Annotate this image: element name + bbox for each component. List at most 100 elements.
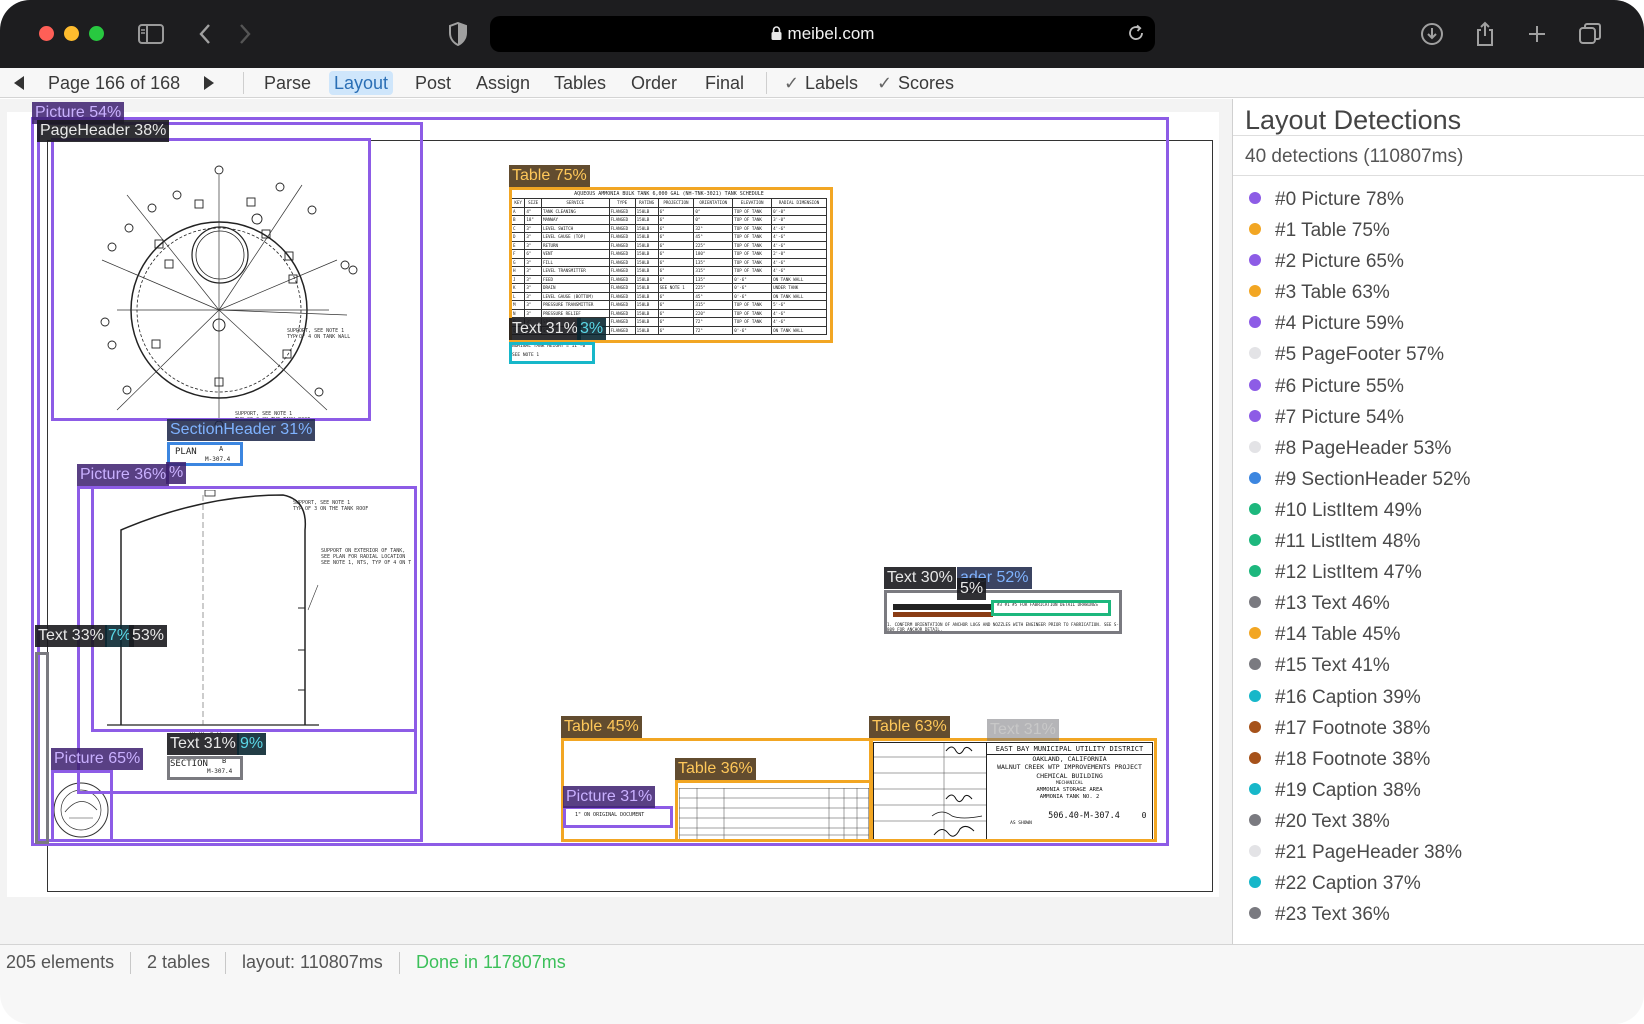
detection-box[interactable] xyxy=(35,652,49,844)
share-icon[interactable] xyxy=(1470,19,1500,49)
detection-item-label: #7 Picture 54% xyxy=(1275,406,1404,428)
detection-list-item[interactable]: #0 Picture 78% xyxy=(1233,184,1644,215)
layout-time: layout: 110807ms xyxy=(242,952,383,972)
tab-assign[interactable]: Assign xyxy=(472,71,534,95)
detection-label: Table 75% xyxy=(509,165,590,187)
tab-final[interactable]: Final xyxy=(701,71,748,95)
detection-item-label: #8 PageHeader 53% xyxy=(1275,437,1452,459)
detection-list-item[interactable]: #3 Table 63% xyxy=(1233,277,1644,308)
detection-box[interactable] xyxy=(167,756,243,780)
category-color-dot-icon xyxy=(1249,378,1261,391)
back-icon[interactable] xyxy=(190,19,220,49)
detection-item-label: #21 PageHeader 38% xyxy=(1275,841,1462,863)
detection-list-item[interactable]: #6 Picture 55% xyxy=(1233,371,1644,402)
detection-item-label: #20 Text 38% xyxy=(1275,810,1390,832)
tab-overview-icon[interactable] xyxy=(1575,19,1605,49)
detection-list-item[interactable]: #18 Footnote 38% xyxy=(1233,744,1644,775)
forward-icon[interactable] xyxy=(230,19,260,49)
detection-label: SectionHeader 31% xyxy=(167,419,316,441)
detection-item-label: #16 Caption 39% xyxy=(1275,686,1421,708)
done-status: Done in 117807ms xyxy=(416,952,566,972)
detection-list-item[interactable]: #7 Picture 54% xyxy=(1233,402,1644,433)
detection-list-item[interactable]: #23 Text 36% xyxy=(1233,899,1644,930)
detection-label: Text 31% xyxy=(987,719,1059,741)
detection-list-item[interactable]: #1 Table 75% xyxy=(1233,215,1644,246)
zoom-window-button[interactable] xyxy=(89,26,104,41)
detection-list-item[interactable]: #10 ListItem 49% xyxy=(1233,495,1644,526)
detection-item-label: #2 Picture 65% xyxy=(1275,251,1404,273)
minimize-window-button[interactable] xyxy=(64,26,79,41)
detection-box[interactable] xyxy=(51,770,113,842)
category-color-dot-icon xyxy=(1249,844,1261,857)
detection-list-item[interactable]: #20 Text 38% xyxy=(1233,806,1644,837)
prev-page-button[interactable] xyxy=(12,71,32,95)
detection-box[interactable] xyxy=(509,342,595,364)
detection-list-item[interactable]: #22 Caption 37% xyxy=(1233,868,1644,899)
reload-icon[interactable] xyxy=(1127,24,1145,47)
browser-window: meibel.com Page 166 of 168 Parse Layout … xyxy=(0,0,1644,1024)
detection-box[interactable] xyxy=(91,486,417,732)
tab-layout[interactable]: Layout xyxy=(329,71,394,95)
category-color-dot-icon xyxy=(1249,440,1261,453)
category-color-dot-icon xyxy=(1249,192,1261,204)
category-color-dot-icon xyxy=(1249,254,1261,267)
scores-toggle-label: Scores xyxy=(898,73,955,93)
lock-icon xyxy=(771,25,782,45)
detection-list-item[interactable]: #4 Picture 59% xyxy=(1233,308,1644,339)
document-canvas[interactable]: SUPPORT, SEE NOTE 1 TYP OF 4 ON TANK WAL… xyxy=(0,99,1232,944)
detections-panel: Layout Detections 40 detections (110807m… xyxy=(1232,99,1644,944)
detection-list-item[interactable]: #15 Text 41% xyxy=(1233,650,1644,681)
scores-toggle[interactable]: ✓ Scores xyxy=(877,71,954,95)
detection-list-item[interactable]: #21 PageHeader 38% xyxy=(1233,837,1644,868)
detection-list-item[interactable]: #11 ListItem 48% xyxy=(1233,526,1644,557)
detection-box[interactable] xyxy=(563,806,673,828)
privacy-shield-icon[interactable] xyxy=(443,19,473,49)
status-bar: 205 elements 2 tables layout: 110807ms D… xyxy=(0,944,1644,980)
detection-box[interactable] xyxy=(675,780,873,842)
detection-item-label: #22 Caption 37% xyxy=(1275,873,1421,895)
category-color-dot-icon xyxy=(1249,907,1261,920)
category-color-dot-icon xyxy=(1249,720,1261,733)
detection-list-item[interactable]: #13 Text 46% xyxy=(1233,588,1644,619)
tab-post[interactable]: Post xyxy=(411,71,455,95)
category-color-dot-icon xyxy=(1249,409,1261,422)
detection-label: 3% xyxy=(577,318,607,340)
detection-box[interactable] xyxy=(991,600,1111,616)
detection-list-item[interactable]: #17 Footnote 38% xyxy=(1233,713,1644,744)
detection-item-label: #10 ListItem 49% xyxy=(1275,499,1422,521)
detection-summary: 40 detections (110807ms) xyxy=(1245,146,1464,167)
detection-list-item[interactable]: #8 PageHeader 53% xyxy=(1233,433,1644,464)
detection-list-item[interactable]: #14 Table 45% xyxy=(1233,619,1644,650)
detection-list-item[interactable]: #5 PageFooter 57% xyxy=(1233,339,1644,370)
detection-list-item[interactable]: #16 Caption 39% xyxy=(1233,682,1644,713)
tab-tables[interactable]: Tables xyxy=(550,71,610,95)
category-color-dot-icon xyxy=(1249,782,1261,795)
detection-item-label: #1 Table 75% xyxy=(1275,220,1390,242)
next-page-button[interactable] xyxy=(202,71,222,95)
close-window-button[interactable] xyxy=(39,26,54,41)
category-color-dot-icon xyxy=(1249,347,1261,360)
detection-label: 9% xyxy=(237,733,267,755)
detection-label: PageHeader 38% xyxy=(37,120,170,142)
category-color-dot-icon xyxy=(1249,223,1261,236)
address-bar[interactable]: meibel.com xyxy=(490,16,1155,52)
detection-label: Table 63% xyxy=(869,716,950,738)
detection-list-item[interactable]: #2 Picture 65% xyxy=(1233,246,1644,277)
tab-parse[interactable]: Parse xyxy=(260,71,315,95)
tab-order[interactable]: Order xyxy=(627,71,681,95)
detection-box[interactable] xyxy=(51,138,371,421)
detection-list-item[interactable]: #12 ListItem 47% xyxy=(1233,557,1644,588)
category-color-dot-icon xyxy=(1249,658,1261,671)
detection-list-item[interactable]: #9 SectionHeader 52% xyxy=(1233,464,1644,495)
download-icon[interactable] xyxy=(1417,19,1447,49)
new-tab-icon[interactable] xyxy=(1522,19,1552,49)
labels-toggle[interactable]: ✓ Labels xyxy=(784,71,858,95)
category-color-dot-icon xyxy=(1249,285,1261,298)
detection-label: 5% xyxy=(957,578,987,600)
detection-item-label: #17 Footnote 38% xyxy=(1275,717,1431,739)
detection-list[interactable]: #0 Picture 78% #1 Table 75% #2 Picture 65%… xyxy=(1233,184,1644,944)
detection-label: Table 45% xyxy=(561,716,642,738)
detection-box[interactable] xyxy=(869,738,1157,842)
sidebar-toggle-icon[interactable] xyxy=(136,19,166,49)
detection-list-item[interactable]: #19 Caption 38% xyxy=(1233,775,1644,806)
